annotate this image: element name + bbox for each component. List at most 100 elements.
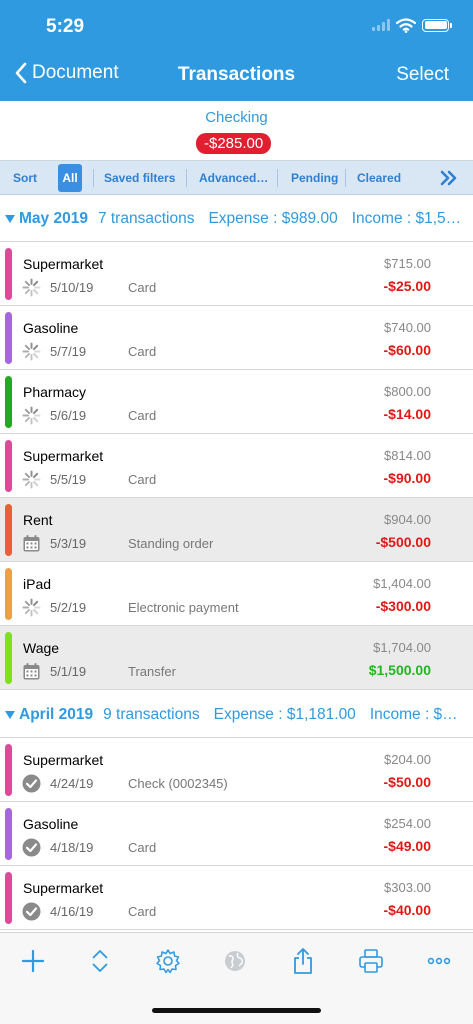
transaction-method: Card (128, 904, 157, 919)
transaction-date: 5/6/19 (50, 408, 87, 423)
month-income: Income : $1,5… (351, 209, 462, 227)
more-icon (427, 957, 451, 965)
transaction-row[interactable]: Gasoline 5/7/19 Card $740.00 -$60.00 (0, 306, 473, 370)
month-expense: Expense : $989.00 (208, 209, 338, 227)
pending-icon (22, 278, 41, 297)
transaction-payee: Supermarket (23, 448, 104, 464)
category-color-bar (5, 440, 12, 492)
battery-icon (422, 18, 452, 32)
running-balance: $740.00 (384, 320, 431, 335)
running-balance: $254.00 (384, 816, 431, 831)
transaction-date: 4/18/19 (50, 840, 94, 855)
transaction-payee: Pharmacy (23, 384, 87, 400)
transaction-payee: Gasoline (23, 320, 79, 336)
pending-icon (22, 406, 41, 425)
reorder-button[interactable] (86, 947, 114, 975)
transaction-amount: -$14.00 (383, 406, 431, 422)
transaction-payee: Wage (23, 640, 60, 656)
transaction-method: Card (128, 472, 157, 487)
back-button[interactable]: Document (14, 62, 119, 84)
transaction-payee: Rent (23, 512, 53, 528)
print-icon (359, 949, 383, 973)
double-chevron-right-icon[interactable] (439, 169, 457, 187)
transaction-row[interactable]: Wage 5/1/19 Transfer $1,704.00 $1,500.00 (0, 626, 473, 690)
running-balance: $1,404.00 (373, 576, 431, 591)
category-color-bar (5, 376, 12, 428)
share-button[interactable] (289, 947, 317, 975)
globe-icon (225, 951, 245, 971)
cleared-filter-button[interactable]: Cleared (357, 161, 401, 195)
transaction-method: Card (128, 280, 157, 295)
transaction-row[interactable]: Gasoline 4/18/19 Card $254.00 -$49.00 (0, 802, 473, 866)
add-button[interactable] (19, 947, 47, 975)
category-color-bar (5, 504, 12, 556)
web-button[interactable] (221, 947, 249, 975)
advanced-filter-button[interactable]: Advanced… (199, 161, 268, 195)
transaction-row[interactable]: Supermarket 5/10/19 Card $715.00 -$25.00 (0, 242, 473, 306)
running-balance: $814.00 (384, 448, 431, 463)
transaction-row[interactable]: Rent 5/3/19 Standing order $904.00 -$500.00 (0, 498, 473, 562)
running-balance: $204.00 (384, 752, 431, 767)
wifi-icon (396, 17, 416, 33)
month-section-header[interactable]: April 2019 9 transactions Expense : $1,1… (0, 692, 473, 738)
all-filter-button[interactable]: All (58, 164, 82, 192)
transaction-payee: Supermarket (23, 256, 104, 272)
navigation-bar: 5:29 Document Transactions Select (0, 0, 473, 101)
select-button[interactable]: Select (396, 64, 449, 86)
category-color-bar (5, 248, 12, 300)
pending-filter-button[interactable]: Pending (291, 161, 338, 195)
running-balance: $1,704.00 (373, 640, 431, 655)
transaction-count: 7 transactions (97, 209, 195, 227)
sort-filter-button[interactable]: Sort (13, 161, 37, 195)
pending-icon (22, 342, 41, 361)
transaction-method: Card (128, 840, 157, 855)
back-button-label: Document (32, 62, 119, 83)
transaction-date: 5/5/19 (50, 472, 87, 487)
category-color-bar (5, 872, 12, 924)
transaction-row[interactable]: Supermarket 4/16/19 Card $303.00 -$40.00 (0, 866, 473, 930)
transaction-amount: -$500.00 (375, 534, 431, 550)
transaction-method: Standing order (128, 536, 214, 551)
transaction-date: 5/1/19 (50, 664, 87, 679)
running-balance: $715.00 (384, 256, 431, 271)
pending-icon (22, 598, 41, 617)
transaction-date: 4/16/19 (50, 904, 94, 919)
category-color-bar (5, 808, 12, 860)
transaction-count: 9 transactions (103, 705, 200, 723)
home-indicator[interactable] (152, 1008, 321, 1013)
saved-filters-button[interactable]: Saved filters (104, 161, 175, 195)
more-button[interactable] (425, 947, 453, 975)
category-color-bar (5, 568, 12, 620)
share-icon (294, 948, 312, 974)
transaction-amount: $1,500.00 (368, 662, 431, 678)
category-color-bar (5, 312, 12, 364)
pending-icon (22, 470, 41, 489)
chevron-left-icon (15, 62, 27, 84)
disclosure-triangle-icon (5, 214, 15, 223)
transaction-method: Transfer (128, 664, 176, 679)
transaction-payee: Gasoline (23, 816, 79, 832)
transaction-row[interactable]: Supermarket 4/24/19 Check (0002345) $204.00… (0, 738, 473, 802)
transaction-row[interactable]: Supermarket 5/5/19 Card $814.00 -$90.00 (0, 434, 473, 498)
print-button[interactable] (357, 947, 385, 975)
month-section-header[interactable]: May 2019 7 transactions Expense : $989.0… (0, 196, 473, 242)
transaction-row[interactable]: iPad 5/2/19 Electronic payment $1,404.00 -$3… (0, 562, 473, 626)
month-income: Income : $… (369, 705, 458, 723)
transaction-payee: Supermarket (23, 752, 104, 768)
month-name: May 2019 (19, 209, 88, 227)
account-name[interactable]: Checking (0, 109, 473, 126)
status-time: 5:29 (46, 16, 85, 37)
category-color-bar (5, 632, 12, 684)
calendar-icon (23, 535, 40, 552)
settings-button[interactable] (154, 947, 182, 975)
transaction-method: Card (128, 408, 157, 423)
check-circle-icon (22, 902, 41, 921)
category-color-bar (5, 744, 12, 796)
transaction-method: Check (0002345) (128, 776, 228, 791)
status-icons (372, 14, 452, 36)
transaction-date: 5/10/19 (50, 280, 94, 295)
transaction-date: 5/7/19 (50, 344, 87, 359)
transaction-amount: -$300.00 (375, 598, 431, 614)
transaction-row[interactable]: Pharmacy 5/6/19 Card $800.00 -$14.00 (0, 370, 473, 434)
disclosure-triangle-icon (5, 710, 15, 719)
